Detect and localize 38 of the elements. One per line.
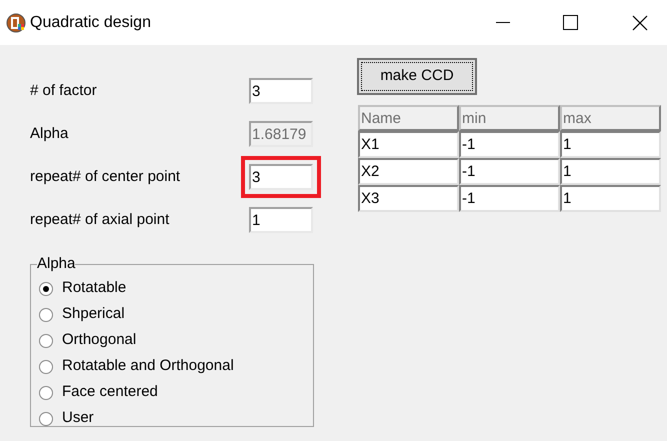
radio-option[interactable]: Rotatable — [39, 276, 305, 302]
radio-option[interactable]: Face centered — [39, 380, 305, 406]
field-label: repeat# of axial point — [30, 210, 170, 230]
table-cell: -1 — [459, 158, 560, 185]
field-label: # of factor — [30, 80, 98, 101]
field-label: repeat# of center point — [30, 166, 182, 187]
close-icon — [632, 14, 648, 30]
column-header[interactable]: max — [560, 105, 661, 131]
group-title: Alpha — [37, 254, 76, 274]
column-header[interactable]: min — [459, 105, 560, 131]
column-header[interactable]: Name — [358, 105, 459, 131]
window-title: Quadratic design — [30, 12, 151, 32]
table-cell: 1 — [560, 158, 661, 185]
minimize-icon — [496, 22, 510, 24]
number-field[interactable]: 1 — [249, 207, 313, 233]
radio-button[interactable] — [39, 386, 53, 400]
number-field[interactable]: 3 — [249, 78, 313, 104]
table-cell: 1 — [560, 185, 661, 212]
table-cell: -1 — [459, 185, 560, 212]
table-cell: X1 — [358, 131, 459, 158]
radio-option[interactable]: User — [39, 406, 305, 432]
table-cell: X2 — [358, 158, 459, 185]
make-ccd-button[interactable]: make CCD — [357, 58, 477, 95]
radio-button[interactable] — [39, 334, 53, 348]
radio-option[interactable]: Shperical — [39, 302, 305, 328]
field-label: Alpha — [30, 124, 70, 144]
app-logo-icon — [6, 12, 26, 32]
number-field[interactable]: 3 — [249, 164, 313, 190]
table-cell: X3 — [358, 185, 459, 212]
maximize-icon — [562, 15, 578, 30]
radio-option[interactable]: Orthogonal — [39, 328, 305, 354]
radio-button[interactable] — [39, 360, 53, 374]
table-cell: 1 — [560, 131, 661, 158]
radio-button[interactable] — [39, 308, 53, 322]
table-cell: -1 — [459, 131, 560, 158]
radio-option[interactable]: Rotatable and Orthogonal — [39, 354, 305, 380]
radio-button[interactable] — [39, 412, 53, 426]
radio-button[interactable] — [39, 282, 53, 296]
